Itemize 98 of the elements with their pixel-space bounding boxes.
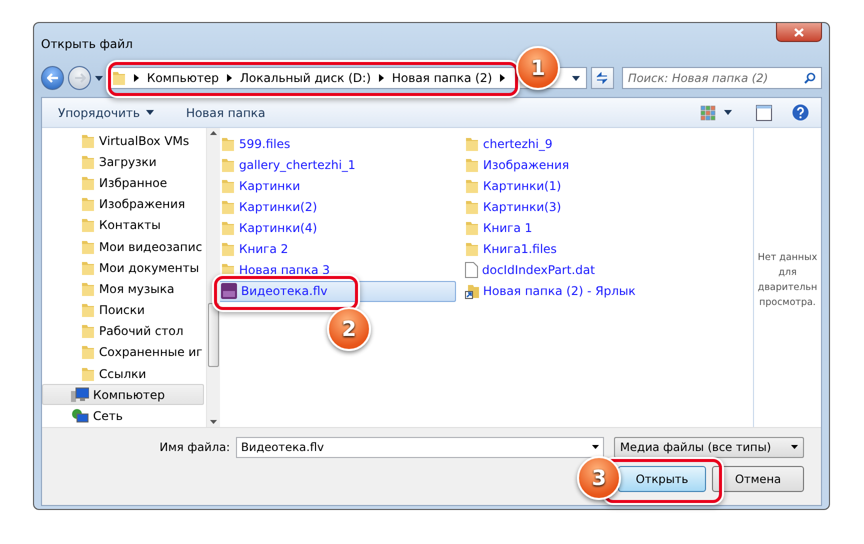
view-grid-icon[interactable] <box>700 104 716 120</box>
folder-icon <box>465 220 479 236</box>
window-title: Открыть файл <box>41 37 133 51</box>
folder-icon <box>81 323 95 340</box>
sidebar-item[interactable]: Изображения <box>42 194 204 215</box>
scroll-thumb[interactable] <box>208 303 218 367</box>
refresh-icon <box>595 72 610 84</box>
preview-message: Нет данных для дварительн просмотра. <box>758 251 818 310</box>
folder-icon <box>81 217 95 234</box>
file-item[interactable]: docIdIndexPart.dat <box>460 260 700 281</box>
file-item[interactable]: Книга 2 <box>216 238 456 260</box>
open-button[interactable]: Открыть <box>618 466 706 492</box>
breadcrumb[interactable]: Новая папка (2) <box>392 71 492 85</box>
folder-icon <box>81 280 95 297</box>
chevron-icon <box>134 74 139 82</box>
folder-icon <box>81 366 95 382</box>
folder-icon <box>465 156 479 173</box>
breadcrumb[interactable]: Локальный диск (D:) <box>240 71 371 85</box>
file-item[interactable]: Картинки <box>216 175 456 196</box>
dropdown-arrow-icon <box>592 445 599 450</box>
file-item[interactable]: 599.files <box>216 133 456 154</box>
file-item[interactable]: Новая папка 3 <box>216 260 456 281</box>
sidebar-item[interactable]: Рабочий стол <box>42 320 204 342</box>
close-button[interactable] <box>776 23 822 42</box>
dropdown-arrow-icon <box>791 445 798 450</box>
organize-button[interactable]: Упорядочить <box>58 106 154 120</box>
folder-icon <box>81 132 95 149</box>
search-icon <box>804 72 816 84</box>
help-icon[interactable] <box>792 104 809 121</box>
sidebar-item[interactable]: Моя музыка <box>42 278 204 300</box>
caret-icon <box>572 76 580 80</box>
folder-icon <box>81 238 95 255</box>
scroll-up-icon <box>210 131 216 135</box>
file-item[interactable]: Картинки(2) <box>216 196 456 218</box>
chevron-icon <box>378 74 384 82</box>
preview-pane-icon[interactable] <box>756 104 772 120</box>
sidebar-item[interactable]: Поиски <box>42 300 204 321</box>
new-folder-button[interactable]: Новая папка <box>186 106 266 120</box>
folder-icon <box>81 302 95 318</box>
folder-icon <box>465 198 479 215</box>
caret-icon <box>146 110 154 115</box>
chevron-icon <box>226 74 232 82</box>
computer-icon <box>71 386 89 403</box>
sidebar-item[interactable]: Мои документы <box>42 257 204 278</box>
cancel-button[interactable]: Отмена <box>712 466 804 492</box>
network-icon <box>71 408 89 424</box>
folder-icon <box>465 136 479 152</box>
filename-field[interactable]: Видеотека.flv <box>236 436 604 458</box>
file-item[interactable]: Картинки(1) <box>460 175 700 196</box>
back-button[interactable] <box>41 66 64 90</box>
forward-button[interactable] <box>68 66 92 90</box>
shortcut-icon <box>465 283 479 300</box>
file-item[interactable]: chertezhi_9 <box>460 133 700 154</box>
folder-icon <box>465 241 479 258</box>
folder-icon <box>221 241 235 258</box>
close-icon <box>794 28 804 36</box>
folder-icon <box>81 260 95 276</box>
folder-icon <box>81 344 95 360</box>
folder-icon <box>112 70 126 86</box>
file-item[interactable]: Картинки(4) <box>216 217 456 238</box>
sidebar-item[interactable]: Ссылки <box>42 363 204 384</box>
breadcrumb[interactable]: Компьютер <box>146 71 219 85</box>
file-item[interactable]: Книга1.files <box>460 238 700 260</box>
sidebar-item[interactable]: Контакты <box>42 214 204 236</box>
video-file-icon <box>221 283 237 300</box>
folder-icon <box>221 136 235 152</box>
filename-label: Имя файла: <box>160 440 230 454</box>
history-caret-icon <box>95 76 103 80</box>
sidebar-item[interactable]: Избранное <box>42 172 204 194</box>
file-item[interactable]: gallery_chertezhi_1 <box>216 154 456 176</box>
search-field[interactable]: Поиск: Новая папка (2) <box>622 67 822 89</box>
sidebar-item[interactable]: Компьютер <box>42 384 204 406</box>
arrow-left-icon <box>46 73 59 83</box>
file-type-dropdown[interactable]: Медиа файлы (все типы) <box>614 436 804 458</box>
chevron-icon <box>500 74 506 82</box>
refresh-button[interactable] <box>590 67 614 89</box>
file-item[interactable]: Картинки(3) <box>460 196 700 218</box>
sidebar-item[interactable]: Сохраненные иг <box>42 342 204 364</box>
file-item[interactable]: Изображения <box>460 154 700 176</box>
sidebar-item[interactable]: VirtualBox VMs <box>42 130 204 152</box>
arrow-right-icon <box>74 73 86 83</box>
folder-icon <box>221 178 235 194</box>
file-item[interactable]: Новая папка (2) - Ярлык <box>460 280 700 302</box>
scroll-down-icon <box>210 420 216 424</box>
document-icon <box>465 262 478 278</box>
scrollbar[interactable] <box>206 128 220 427</box>
sidebar-item[interactable]: Мои видеозапис <box>42 236 204 258</box>
folder-icon <box>465 178 479 194</box>
folder-icon <box>221 198 235 215</box>
file-item[interactable]: Книга 1 <box>460 217 700 238</box>
folder-icon <box>221 156 235 173</box>
sidebar-item[interactable]: Сеть <box>42 405 204 427</box>
folder-icon <box>81 196 95 212</box>
sidebar-item[interactable]: Загрузки <box>42 151 204 172</box>
folder-icon <box>81 174 95 191</box>
view-caret-icon <box>724 110 732 115</box>
folder-icon <box>81 154 95 170</box>
folder-icon <box>221 220 235 236</box>
